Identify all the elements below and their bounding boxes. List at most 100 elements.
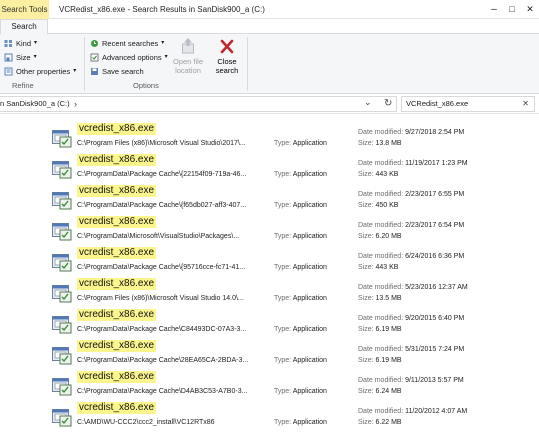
file-size: Size: 6.19 MB bbox=[358, 355, 402, 366]
result-row[interactable]: vcredist_x86.exe C:\Program Files (x86)\M… bbox=[49, 276, 539, 307]
date-value: 6/24/2016 6:36 PM bbox=[405, 253, 465, 260]
refresh-icon[interactable]: ↻ bbox=[384, 97, 392, 111]
open-file-location-icon bbox=[182, 38, 194, 54]
address-row: n SanDisk900_a (C:) › ⌄ ↻ VCRedist_x86.e… bbox=[0, 94, 539, 114]
file-name[interactable]: vcredist_x86.exe bbox=[77, 340, 157, 352]
advanced-options-icon bbox=[90, 53, 99, 62]
file-size: Size: 6.20 MB bbox=[358, 231, 402, 242]
ribbon-separator bbox=[247, 37, 248, 91]
date-modified: Date modified: 2/23/2017 6:54 PM bbox=[358, 220, 464, 231]
size-value: 6.20 MB bbox=[375, 233, 402, 240]
date-value: 9/20/2015 6:40 PM bbox=[405, 315, 465, 322]
type-key: Type: bbox=[274, 171, 292, 178]
result-row[interactable]: vcredist_x86.exe C:\AMD\WU-CCC2\ccc2_inst… bbox=[49, 400, 539, 431]
address-path[interactable]: n SanDisk900_a (C:) bbox=[0, 97, 70, 111]
file-name[interactable]: vcredist_x86.exe bbox=[77, 154, 157, 166]
file-name[interactable]: vcredist_x86.exe bbox=[77, 123, 157, 135]
size-key: Size: bbox=[358, 202, 374, 209]
properties-icon bbox=[4, 67, 13, 76]
result-row[interactable]: vcredist_x86.exe C:\ProgramData\Microsoft… bbox=[49, 214, 539, 245]
file-type: Type: Application bbox=[274, 417, 327, 428]
search-input[interactable]: VCRedist_x86.exe bbox=[406, 97, 468, 111]
file-size: Size: 13.5 MB bbox=[358, 293, 402, 304]
type-key: Type: bbox=[274, 264, 292, 271]
size-icon bbox=[4, 53, 13, 62]
date-value: 5/23/2016 12:37 AM bbox=[405, 284, 468, 291]
file-path: C:\Program Files (x86)\Microsoft Visual … bbox=[77, 295, 244, 302]
ribbon-tab-row: Search bbox=[0, 19, 539, 35]
date-modified: Date modified: 6/24/2016 6:36 PM bbox=[358, 251, 464, 262]
size-value: 443 KB bbox=[375, 171, 399, 178]
advanced-options-button[interactable]: Advanced options ▾ bbox=[90, 51, 168, 64]
file-name[interactable]: vcredist_x86.exe bbox=[77, 247, 157, 259]
close-search-button[interactable]: Close search bbox=[207, 37, 247, 75]
tab-search[interactable]: Search bbox=[0, 19, 48, 35]
window-title: VCRedist_x86.exe - Search Results in San… bbox=[59, 5, 265, 14]
maximize-button[interactable]: □ bbox=[503, 0, 521, 19]
date-modified: Date modified: 11/19/2017 1:23 PM bbox=[358, 158, 468, 169]
breadcrumb-chevron-icon[interactable]: › bbox=[74, 97, 77, 111]
type-key: Type: bbox=[274, 388, 292, 395]
other-properties-button[interactable]: Other properties ▾ bbox=[4, 65, 76, 78]
date-modified: Date modified: 5/31/2015 7:24 PM bbox=[358, 344, 464, 355]
recent-searches-button[interactable]: Recent searches ▾ bbox=[90, 37, 164, 50]
address-dropdown-icon[interactable]: ⌄ bbox=[364, 95, 372, 109]
search-results-list: vcredist_x86.exe C:\Program Files (x86)\M… bbox=[0, 115, 539, 441]
result-row[interactable]: vcredist_x86.exe C:\ProgramData\Package C… bbox=[49, 307, 539, 338]
result-row[interactable]: vcredist_x86.exe C:\ProgramData\Package C… bbox=[49, 245, 539, 276]
chevron-down-icon: ▾ bbox=[33, 54, 37, 60]
date-value: 9/11/2013 5:57 PM bbox=[405, 377, 464, 384]
result-row[interactable]: vcredist_x86.exe C:\Program Files (x86)\M… bbox=[49, 121, 539, 152]
chevron-down-icon: ▾ bbox=[34, 40, 38, 46]
file-size: Size: 443 KB bbox=[358, 262, 398, 273]
file-path: C:\ProgramData\Package Cache\{22154f09-7… bbox=[77, 171, 247, 178]
size-button[interactable]: Size ▾ bbox=[4, 51, 37, 64]
size-value: 13.8 MB bbox=[375, 140, 402, 147]
size-key: Size: bbox=[358, 326, 374, 333]
file-size: Size: 443 KB bbox=[358, 169, 398, 180]
clear-search-icon[interactable]: ✕ bbox=[522, 97, 529, 111]
size-key: Size: bbox=[358, 264, 374, 271]
date-value: 9/27/2018 2:54 PM bbox=[405, 129, 465, 136]
application-file-icon bbox=[52, 345, 72, 365]
result-row[interactable]: vcredist_x86.exe C:\ProgramData\Package C… bbox=[49, 183, 539, 214]
type-value: Application bbox=[292, 295, 327, 302]
file-type: Type: Application bbox=[274, 355, 327, 366]
file-type: Type: Application bbox=[274, 293, 327, 304]
kind-button[interactable]: Kind ▾ bbox=[4, 37, 37, 50]
file-name[interactable]: vcredist_x86.exe bbox=[77, 185, 157, 197]
file-name[interactable]: vcredist_x86.exe bbox=[77, 402, 157, 414]
date-key: Date modified: bbox=[358, 377, 404, 384]
minimize-button[interactable]: – bbox=[485, 0, 503, 19]
type-key: Type: bbox=[274, 419, 292, 426]
file-type: Type: Application bbox=[274, 262, 327, 273]
date-modified: Date modified: 11/20/2012 4:07 AM bbox=[358, 406, 467, 417]
file-name[interactable]: vcredist_x86.exe bbox=[77, 216, 157, 228]
date-key: Date modified: bbox=[358, 191, 404, 198]
file-name[interactable]: vcredist_x86.exe bbox=[77, 309, 157, 321]
search-tools-context-tab[interactable]: Search Tools bbox=[0, 0, 49, 19]
file-name[interactable]: vcredist_x86.exe bbox=[77, 278, 157, 290]
close-window-button[interactable]: ✕ bbox=[521, 0, 539, 19]
open-file-location-button[interactable]: Open file location bbox=[168, 37, 208, 75]
type-key: Type: bbox=[274, 202, 292, 209]
save-search-button[interactable]: Save search bbox=[90, 65, 144, 78]
size-key: Size: bbox=[358, 233, 374, 240]
type-key: Type: bbox=[274, 326, 292, 333]
address-bar[interactable]: n SanDisk900_a (C:) › ⌄ ↻ bbox=[0, 96, 397, 112]
file-path: C:\ProgramData\Microsoft\VisualStudio\Pa… bbox=[77, 233, 240, 240]
date-key: Date modified: bbox=[358, 160, 404, 167]
result-row[interactable]: vcredist_x86.exe C:\ProgramData\Package C… bbox=[49, 369, 539, 400]
recent-searches-icon bbox=[91, 40, 98, 47]
size-value: 13.5 MB bbox=[375, 295, 402, 302]
type-value: Application bbox=[292, 202, 327, 209]
file-size: Size: 6.22 MB bbox=[358, 417, 402, 428]
other-properties-label: Other properties bbox=[16, 67, 71, 76]
search-box[interactable]: VCRedist_x86.exe ✕ bbox=[401, 96, 535, 112]
result-row[interactable]: vcredist_x86.exe C:\ProgramData\Package C… bbox=[49, 338, 539, 369]
result-row[interactable]: vcredist_x86.exe C:\ProgramData\Package C… bbox=[49, 152, 539, 183]
file-path: C:\ProgramData\Package Cache\28EA65CA-2B… bbox=[77, 357, 249, 364]
type-value: Application bbox=[292, 140, 327, 147]
size-key: Size: bbox=[358, 295, 374, 302]
file-name[interactable]: vcredist_x86.exe bbox=[77, 371, 157, 383]
